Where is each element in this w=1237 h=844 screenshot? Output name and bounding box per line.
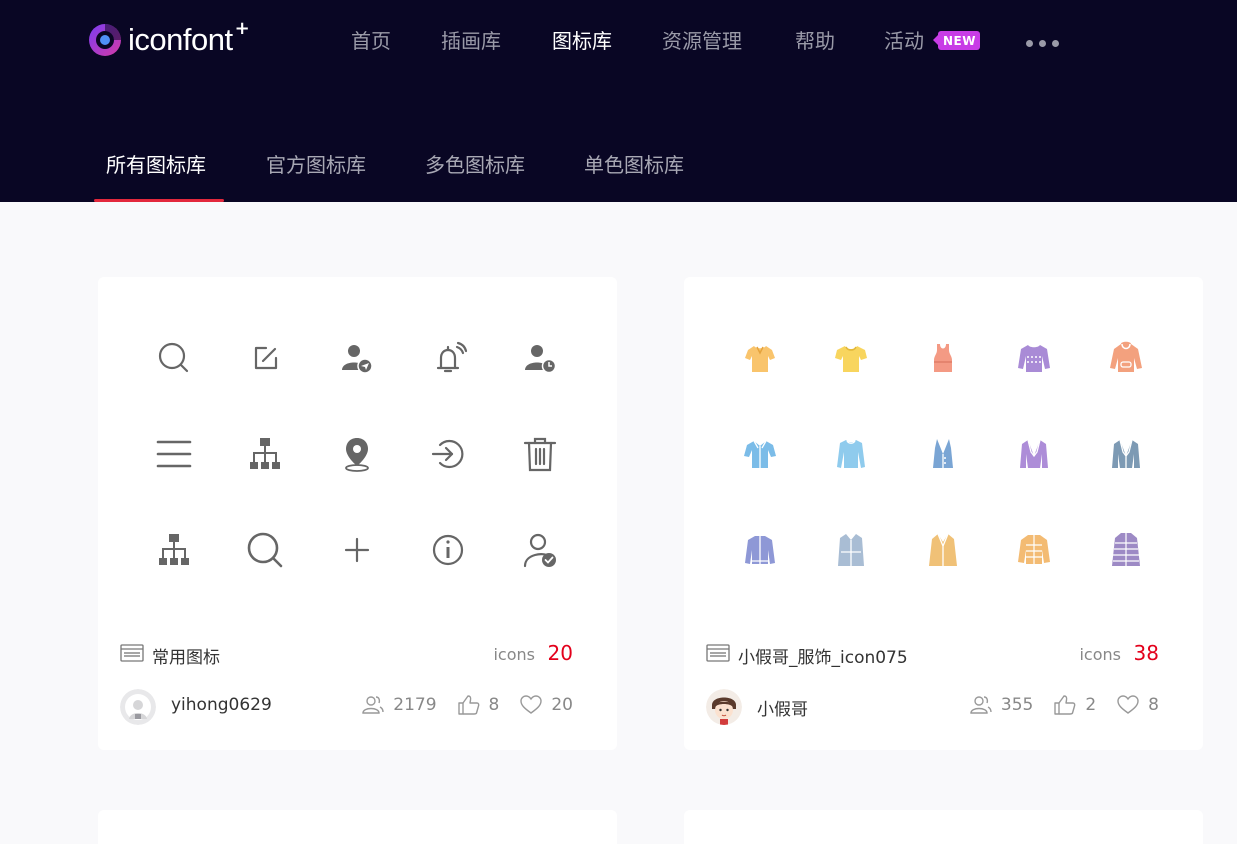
suit-jacket-icon <box>1104 432 1148 476</box>
user-send-icon <box>335 336 379 380</box>
hoodie-icon <box>1104 336 1148 380</box>
tab-monochrome-libraries[interactable]: 单色图标库 <box>584 150 684 180</box>
icons-count: 38 <box>1133 641 1159 665</box>
author-name[interactable]: 小假哥 <box>757 695 808 720</box>
more-menu-icon[interactable] <box>1026 40 1059 47</box>
logo-text: iconfont <box>128 22 233 57</box>
heart-icon[interactable] <box>519 693 543 717</box>
users-count: 2179 <box>393 695 437 715</box>
tshirt-icon <box>829 336 873 380</box>
library-folder-icon <box>120 644 144 662</box>
zip-jacket-icon <box>738 528 782 572</box>
library-title[interactable]: 小假哥_服饰_icon075 <box>738 643 908 668</box>
edit-icon <box>243 336 287 380</box>
vest-icon <box>921 432 965 476</box>
library-card[interactable] <box>684 810 1203 844</box>
nav-icon-library[interactable]: 图标库 <box>552 27 612 55</box>
login-icon <box>426 432 470 476</box>
library-folder-icon <box>706 644 730 662</box>
puffer-coat-icon <box>1104 528 1148 572</box>
logo-plus: + <box>234 17 250 39</box>
new-badge: NEW <box>933 31 980 50</box>
library-title[interactable]: 常用图标 <box>152 643 220 668</box>
author-name[interactable]: yihong0629 <box>171 695 272 715</box>
tank-top-icon <box>921 336 965 380</box>
icons-count: 20 <box>547 641 573 665</box>
location-pin-icon <box>335 432 379 476</box>
bell-ringing-icon <box>426 336 470 380</box>
coat-icon <box>921 528 965 572</box>
long-sleeve-icon <box>829 432 873 476</box>
tab-all-libraries[interactable]: 所有图标库 <box>106 150 206 180</box>
org-chart-icon <box>243 432 287 476</box>
library-card[interactable]: 常用图标 icons 20 yihong0629 2179 8 20 <box>98 277 617 750</box>
iconfont-logo-icon <box>89 24 121 56</box>
polo-shirt-icon <box>738 336 782 380</box>
users-icon <box>362 696 384 714</box>
library-stats: 2179 8 20 <box>361 693 573 717</box>
author-row: 小假哥 355 2 8 <box>706 687 1159 727</box>
card-title-row: 小假哥_服饰_icon075 icons 38 <box>706 639 1159 669</box>
thumbs-up-icon[interactable] <box>457 693 481 717</box>
users-count: 355 <box>1000 695 1034 715</box>
library-card[interactable] <box>98 810 617 844</box>
author-row: yihong0629 2179 8 20 <box>120 687 573 727</box>
logo[interactable]: iconfont + <box>88 18 250 58</box>
active-tab-indicator <box>94 199 224 202</box>
top-header: iconfont + 首页 插画库 图标库 资源管理 帮助 活动 NEW 所有图… <box>0 0 1237 202</box>
trench-coat-icon <box>829 528 873 572</box>
library-stats: 355 2 8 <box>969 693 1159 717</box>
menu-icon <box>152 432 196 476</box>
plus-icon <box>335 528 379 572</box>
nav-home[interactable]: 首页 <box>351 27 391 55</box>
sweater-icon <box>1012 336 1056 380</box>
users-icon <box>970 696 992 714</box>
favorites-count: 8 <box>1148 695 1159 715</box>
user-check-icon <box>518 528 562 572</box>
icons-label: icons <box>1079 645 1121 664</box>
favorites-count: 20 <box>551 695 573 715</box>
heart-icon[interactable] <box>1116 693 1140 717</box>
nav-help[interactable]: 帮助 <box>795 27 835 55</box>
likes-count: 2 <box>1085 695 1097 715</box>
trash-icon <box>518 432 562 476</box>
org-chart-icon <box>152 528 196 572</box>
tab-official-libraries[interactable]: 官方图标库 <box>266 150 366 180</box>
search-icon <box>152 336 196 380</box>
avatar[interactable] <box>706 689 742 725</box>
down-jacket-icon <box>1012 528 1056 572</box>
search-icon <box>243 528 287 572</box>
nav-resource-management[interactable]: 资源管理 <box>662 27 742 55</box>
card-title-row: 常用图标 icons 20 <box>120 639 573 669</box>
icons-label: icons <box>493 645 535 664</box>
library-card[interactable]: 小假哥_服饰_icon075 icons 38 小假哥 355 2 8 <box>684 277 1203 750</box>
user-clock-icon <box>518 336 562 380</box>
tab-multicolor-libraries[interactable]: 多色图标库 <box>425 150 525 180</box>
shirt-icon <box>738 432 782 476</box>
thumbs-up-icon[interactable] <box>1053 693 1077 717</box>
nav-activity[interactable]: 活动 <box>884 27 924 55</box>
likes-count: 8 <box>488 695 500 715</box>
blazer-icon <box>1012 432 1056 476</box>
avatar[interactable] <box>120 689 156 725</box>
nav-illustrations[interactable]: 插画库 <box>441 27 501 55</box>
info-icon <box>426 528 470 572</box>
